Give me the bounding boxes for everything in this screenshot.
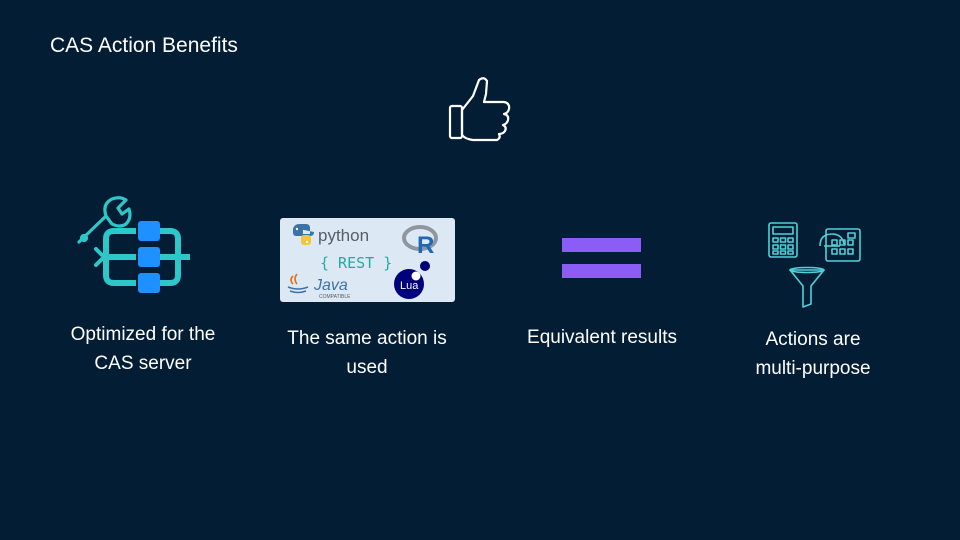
- benefit-caption-multi-purpose: Actions are multi-purpose: [713, 325, 913, 383]
- thumbs-up-icon: [448, 77, 511, 142]
- wrench-workflow-icon: [77, 196, 190, 293]
- caption-line: Optimized for the: [70, 324, 216, 345]
- lua-text: Lua: [400, 280, 419, 292]
- caption-line: multi-purpose: [755, 358, 871, 379]
- language-logos-panel: python { REST } R Java COMPATIBLE Lua: [280, 218, 455, 302]
- java-sub-text: COMPATIBLE: [319, 294, 351, 300]
- benefit-caption-same-action: The same action is used: [262, 324, 472, 382]
- rest-text: { REST }: [320, 254, 392, 272]
- slide-title: CAS Action Benefits: [50, 34, 238, 57]
- caption-line: used: [346, 357, 388, 378]
- caption-line: CAS server: [94, 353, 192, 374]
- java-text: Java: [313, 277, 348, 294]
- equals-icon: [562, 238, 641, 278]
- r-text: R: [417, 232, 434, 259]
- language-logos-icon: python { REST } R Java COMPATIBLE Lua: [287, 224, 438, 300]
- r-logo-icon: R: [402, 225, 438, 259]
- caption-line: The same action is: [287, 328, 447, 349]
- caption-line: Actions are: [765, 329, 861, 350]
- python-text: python: [318, 226, 369, 245]
- python-logo-icon: [293, 224, 314, 245]
- java-logo-icon: [287, 273, 309, 294]
- benefit-caption-equivalent: Equivalent results: [497, 323, 707, 352]
- calculator-funnel-icon: [768, 222, 861, 308]
- caption-line: Equivalent results: [527, 327, 677, 348]
- benefit-caption-optimized: Optimized for the CAS server: [40, 320, 246, 378]
